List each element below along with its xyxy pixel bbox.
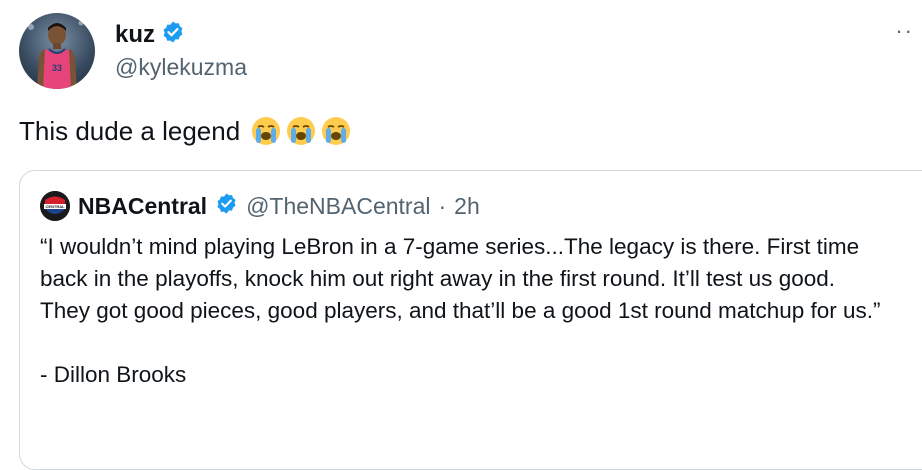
loudly-crying-face-icon <box>287 117 316 145</box>
verified-badge-icon <box>161 20 185 49</box>
tweet-text-content: This dude a legend <box>19 115 241 146</box>
logo-text: CENTRAL <box>45 204 65 209</box>
author-display-name[interactable]: kuz <box>115 21 155 49</box>
tweet-text: This dude a legend <box>19 115 352 147</box>
author-avatar[interactable]: 33 <box>19 13 95 89</box>
loudly-crying-face-icon <box>252 117 281 145</box>
quoted-handle[interactable]: @TheNBACentral <box>246 193 430 220</box>
loudly-crying-face-icon <box>322 117 351 145</box>
quoted-display-name[interactable]: NBACentral <box>78 193 207 220</box>
quoted-timestamp[interactable]: 2h <box>454 193 480 220</box>
verified-badge-icon <box>215 192 238 221</box>
more-dots-icon[interactable]: ·· <box>895 18 914 44</box>
quoted-tweet-card[interactable]: CENTRAL NBACentral @TheNBACentral · 2h “… <box>19 170 922 470</box>
author-handle[interactable]: @kylekuzma <box>115 54 247 81</box>
nbacentral-logo-icon[interactable]: CENTRAL <box>40 191 70 221</box>
jersey-number: 33 <box>52 63 62 73</box>
quoted-body-text: “I wouldn’t mind playing LeBron in a 7-g… <box>40 234 881 387</box>
quoted-header: CENTRAL NBACentral @TheNBACentral · 2h <box>40 191 480 221</box>
author-name-row[interactable]: kuz <box>115 20 185 49</box>
emoji-group <box>250 115 352 147</box>
quoted-separator: · <box>438 192 447 219</box>
